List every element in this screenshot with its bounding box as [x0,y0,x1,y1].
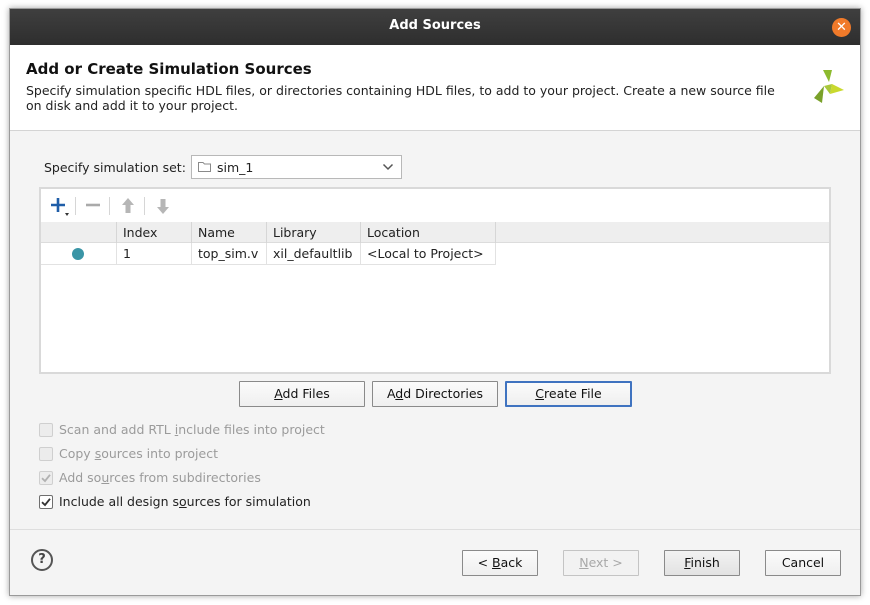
label-text: Scan and add RTL [59,422,175,437]
footer-divider [10,529,860,530]
page-description: Specify simulation specific HDL files, o… [26,83,775,113]
create-file-button[interactable]: Create File [505,381,632,407]
simulation-set-value: sim_1 [217,160,254,175]
simulation-set-select[interactable]: sim_1 [191,155,402,179]
checkbox-label: Scan and add RTL include files into proj… [59,422,325,437]
table-row[interactable]: 1 top_sim.v xil_defaultlib <Local to Pro… [41,243,496,265]
label-text: nclude files into project [178,422,325,437]
mnemonic: C [535,386,545,401]
add-directories-button[interactable]: Add Directories [372,381,498,407]
label-text: Add so [59,470,102,485]
help-icon[interactable]: ? [31,549,53,571]
checkbox-label: Copy sources into project [59,446,218,461]
sources-panel: Index Name Library Location 1 top_sim.v … [39,187,831,374]
name-cell: top_sim.v [192,243,267,265]
move-down-icon[interactable] [152,195,174,217]
close-icon[interactable]: ✕ [832,18,851,37]
title-bar[interactable]: Add Sources ✕ [10,9,860,45]
checkmark-icon [41,498,51,507]
vivado-logo-icon [814,70,844,103]
cancel-button[interactable]: Cancel [765,550,841,576]
checkbox-label: Add sources from subdirectories [59,470,261,485]
button-label: < [477,555,493,570]
column-header-status[interactable] [41,222,117,243]
button-label: d Directories [403,386,484,401]
move-up-icon[interactable] [117,195,139,217]
mnemonic: B [492,555,501,570]
label-text: Copy [59,446,95,461]
remove-icon[interactable] [82,195,104,217]
column-header-index[interactable]: Index [117,222,192,243]
checkbox-box[interactable] [39,471,53,485]
button-label: ack [500,555,523,570]
sources-toolbar [41,189,829,222]
library-cell[interactable]: xil_defaultlib [267,243,361,265]
simulation-set-label: Specify simulation set: [44,160,186,175]
label-text: rces from subdirectories [109,470,261,485]
toolbar-separator [75,197,76,215]
add-icon[interactable] [49,195,71,217]
page-title: Add or Create Simulation Sources [26,60,312,78]
checkmark-icon [41,474,51,483]
window-title: Add Sources [389,18,481,33]
column-header-location[interactable]: Location [361,222,496,243]
label-text: ources into project [101,446,218,461]
add-files-button[interactable]: Add Files [239,381,365,407]
mnemonic: A [274,386,283,401]
column-header-name[interactable]: Name [192,222,267,243]
back-button[interactable]: < Back [462,550,538,576]
mnemonic: o [179,494,187,509]
next-button[interactable]: Next > [563,550,639,576]
button-label: ext > [588,555,623,570]
finish-button[interactable]: Finish [664,550,740,576]
column-header-library[interactable]: Library [267,222,361,243]
checkbox-box[interactable] [39,423,53,437]
checkbox-box[interactable] [39,495,53,509]
table-header: Index Name Library Location [41,222,829,243]
button-label: inish [690,555,720,570]
label-text: urces for simulation [186,494,311,509]
folder-icon [198,162,211,172]
checkbox-box[interactable] [39,447,53,461]
index-cell: 1 [117,243,192,265]
chevron-down-icon [382,163,394,171]
mnemonic: N [579,555,589,570]
location-cell: <Local to Project> [361,243,496,265]
toolbar-separator [109,197,110,215]
checkbox-label: Include all design sources for simulatio… [59,494,311,509]
button-label: reate File [544,386,602,401]
status-dot-icon [72,248,84,260]
toolbar-separator [144,197,145,215]
button-label: dd Files [282,386,330,401]
page-header: Add or Create Simulation Sources Specify… [10,45,860,131]
label-text: Include all design s [59,494,180,509]
status-cell [41,243,117,265]
add-sources-dialog: Add Sources ✕ Add or Create Simulation S… [9,8,861,596]
